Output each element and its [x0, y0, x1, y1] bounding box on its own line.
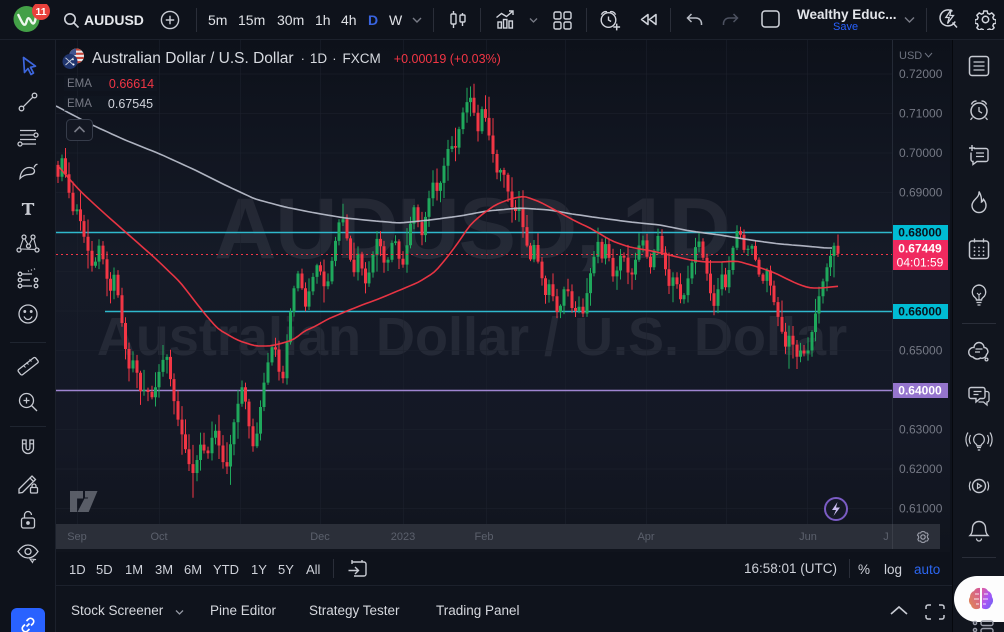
svg-text:AUDUSD, 1D: AUDUSD, 1D: [214, 181, 730, 277]
svg-text:0.71000: 0.71000: [899, 107, 943, 121]
svg-text:0.70000: 0.70000: [899, 146, 943, 160]
svg-text:0.68000: 0.68000: [898, 226, 942, 240]
svg-text:Feb: Feb: [475, 531, 494, 543]
svg-text:11: 11: [35, 6, 46, 18]
svg-text:0.67449: 0.67449: [898, 242, 942, 256]
svg-text:Australian Dollar / U.S. Dolla: Australian Dollar / U.S. Dollar: [97, 307, 847, 367]
svg-text:0.62000: 0.62000: [899, 462, 943, 476]
svg-text:Dec: Dec: [310, 531, 330, 543]
svg-text:0.65000: 0.65000: [899, 344, 943, 358]
svg-text:USD: USD: [899, 50, 922, 62]
svg-text:J: J: [883, 531, 889, 543]
svg-text:0.72000: 0.72000: [899, 67, 943, 81]
svg-text:0.66000: 0.66000: [898, 305, 942, 319]
svg-text:04:01:59: 04:01:59: [897, 256, 944, 270]
svg-text:0.61000: 0.61000: [899, 502, 943, 516]
svg-text:Oct: Oct: [150, 531, 167, 543]
svg-text:Sep: Sep: [67, 531, 87, 543]
svg-text:0.69000: 0.69000: [899, 186, 943, 200]
svg-text:0.63000: 0.63000: [899, 423, 943, 437]
svg-text:0.64000: 0.64000: [898, 384, 942, 398]
svg-text:Apr: Apr: [637, 531, 654, 543]
svg-text:2023: 2023: [391, 531, 415, 543]
svg-text:Jun: Jun: [799, 531, 817, 543]
